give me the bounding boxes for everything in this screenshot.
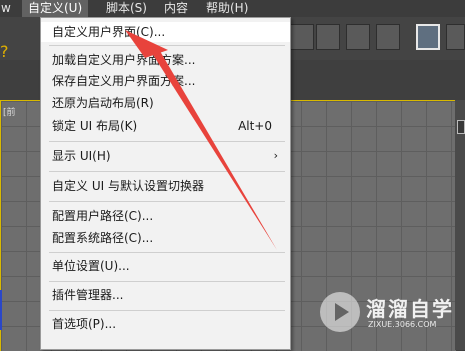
curve-icon[interactable]: ?	[0, 42, 10, 62]
menu-item-ui-switcher[interactable]: 自定义 UI 与默认设置切换器	[41, 176, 290, 196]
menu-separator	[49, 45, 285, 46]
menu-item-shortcut: Alt+0	[238, 119, 272, 133]
watermark-subtitle: ZIXUE.3066.COM	[368, 320, 437, 329]
menu-item-show-ui[interactable]: 显示 UI(H) ›	[41, 146, 290, 166]
menu-item-label: 加载自定义用户界面方案...	[52, 53, 196, 67]
menu-separator	[49, 281, 285, 282]
customize-dropdown-menu: 自定义用户界面(C)... 加载自定义用户界面方案... 保存自定义用户界面方案…	[40, 17, 291, 350]
menu-item-preferences[interactable]: 首选项(P)...	[41, 314, 290, 334]
menu-item-label: 锁定 UI 布局(K)	[52, 119, 138, 133]
menu-item-help[interactable]: 帮助(H)	[200, 0, 254, 17]
ribbon-icon[interactable]	[416, 24, 440, 50]
menu-item-label: 配置用户路径(C)...	[52, 209, 154, 223]
menu-item-customize-ui[interactable]: 自定义用户界面(C)...	[41, 22, 290, 42]
menu-item-content[interactable]: 内容	[158, 0, 194, 17]
menu-item-label: 还原为启动布局(R)	[52, 96, 154, 110]
menu-item-label: 自定义 UI 与默认设置切换器	[52, 179, 204, 193]
menu-separator	[49, 201, 285, 202]
menu-item-lock-ui-layout[interactable]: 锁定 UI 布局(K) Alt+0	[41, 116, 290, 136]
snap-icon[interactable]	[290, 24, 314, 50]
axis-gizmo-icon	[0, 290, 8, 330]
menu-item-label: 首选项(P)...	[52, 317, 117, 331]
viewport-label[interactable]: [前	[3, 105, 16, 118]
menu-item-view-partial[interactable]: w	[0, 0, 17, 17]
menu-item-save-ui-scheme[interactable]: 保存自定义用户界面方案...	[41, 71, 290, 91]
menu-item-customize[interactable]: 自定义(U)	[22, 0, 89, 17]
menu-item-load-ui-scheme[interactable]: 加载自定义用户界面方案...	[41, 50, 290, 70]
command-panel-edge	[455, 100, 465, 350]
menu-item-label: 单位设置(U)...	[52, 259, 130, 273]
menu-item-label: 保存自定义用户界面方案...	[52, 74, 196, 88]
align-icon[interactable]	[316, 24, 340, 50]
menu-item-label: 自定义用户界面(C)...	[52, 25, 166, 39]
menu-separator	[49, 141, 285, 142]
menu-item-script[interactable]: 脚本(S)	[100, 0, 153, 17]
watermark: 溜溜自学 ZIXUE.3066.COM	[320, 290, 455, 340]
menu-item-units-setup[interactable]: 单位设置(U)...	[41, 256, 290, 276]
menu-item-label: 配置系统路径(C)...	[52, 231, 154, 245]
watermark-title: 溜溜自学	[366, 297, 454, 321]
menu-item-user-paths[interactable]: 配置用户路径(C)...	[41, 206, 290, 226]
menu-item-label: 显示 UI(H)	[52, 149, 111, 163]
menu-item-system-paths[interactable]: 配置系统路径(C)...	[41, 228, 290, 248]
panel-tab-icon[interactable]	[457, 120, 465, 134]
play-logo-icon	[320, 292, 360, 332]
menu-item-label: 插件管理器...	[52, 288, 124, 302]
submenu-arrow-icon: ›	[273, 149, 278, 162]
menu-item-revert-layout[interactable]: 还原为启动布局(R)	[41, 93, 290, 113]
menu-separator	[49, 171, 285, 172]
menu-item-plugin-manager[interactable]: 插件管理器...	[41, 285, 290, 305]
menu-bar: w 自定义(U) 脚本(S) 内容 帮助(H)	[0, 0, 465, 17]
menu-separator	[49, 252, 285, 253]
list-icon[interactable]	[346, 24, 370, 50]
layers-icon[interactable]	[376, 24, 400, 50]
menu-separator	[49, 310, 285, 311]
curve-editor-icon[interactable]	[446, 24, 465, 50]
